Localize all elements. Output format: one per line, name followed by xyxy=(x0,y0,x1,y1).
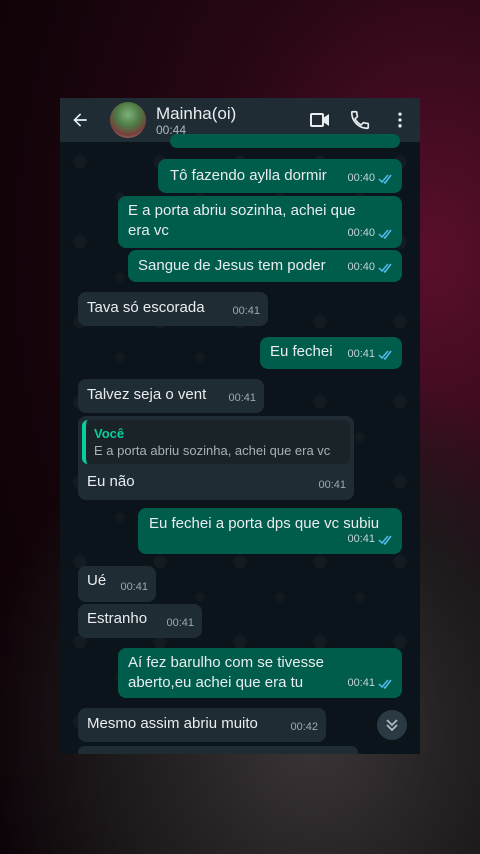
message-text: Eu fechei a porta dps que vc subiu xyxy=(149,515,380,532)
double-check-icon xyxy=(378,263,392,273)
message-bubble[interactable]: Mesmo assim abriu muito 00:42 xyxy=(78,708,326,742)
message-list[interactable]: Tô fazendo aylla dormir 00:40 E a porta … xyxy=(60,134,420,754)
message-text: E a porta abriu sozinha, achei que era v… xyxy=(128,202,356,239)
message-text: Talvez seja o vent xyxy=(87,386,207,403)
video-camera-icon xyxy=(310,113,329,127)
message-text: Mesmo assim abriu muito xyxy=(87,715,258,732)
message-text: Estranho xyxy=(87,610,148,627)
message-time: 00:40 xyxy=(347,261,375,273)
double-check-icon xyxy=(378,229,392,239)
message-time: 00:41 xyxy=(166,617,194,629)
message-time: 00:42 xyxy=(290,721,318,733)
quote-author: Você xyxy=(94,426,125,441)
message-bubble-partial xyxy=(170,134,400,148)
quoted-message[interactable]: Você E a porta abriu sozinha, achei que … xyxy=(82,420,350,464)
message-time: 00:41 xyxy=(347,533,375,545)
message-time: 00:41 xyxy=(347,348,375,360)
message-bubble[interactable]: Tô fazendo aylla dormir 00:40 xyxy=(158,159,402,193)
message-bubble[interactable]: Aí fez barulho com se tivesse aberto,eu … xyxy=(118,648,402,698)
double-check-icon xyxy=(378,535,392,545)
message-text: Sangue de Jesus tem poder xyxy=(138,257,326,274)
message-bubble[interactable]: Estranho 00:41 xyxy=(78,604,202,638)
message-time: 00:41 xyxy=(228,392,256,404)
message-bubble[interactable]: Eu fechei 00:41 xyxy=(260,337,402,369)
more-vertical-icon xyxy=(398,112,402,128)
message-text: Eu fechei xyxy=(270,343,333,360)
phone-icon xyxy=(350,110,370,130)
contact-avatar[interactable] xyxy=(110,102,146,138)
quote-text: E a porta abriu sozinha, achei que era v… xyxy=(94,443,331,458)
double-check-icon xyxy=(378,174,392,184)
back-button[interactable] xyxy=(60,98,100,142)
message-bubble[interactable]: E a porta abriu sozinha, achei que era v… xyxy=(118,196,402,248)
message-text: Tava só escorada xyxy=(87,299,205,316)
message-time: 00:41 xyxy=(120,581,148,593)
message-bubble[interactable]: Eu fechei a porta dps que vc subiu 00:41 xyxy=(138,508,402,554)
double-check-icon xyxy=(378,679,392,689)
message-bubble[interactable]: Ué 00:41 xyxy=(78,566,156,602)
scroll-to-bottom-button[interactable] xyxy=(377,710,407,740)
double-chevron-down-icon xyxy=(386,719,398,732)
quoted-reply-bubble[interactable]: Você E a porta abriu sozinha, achei que … xyxy=(78,416,354,500)
message-bubble[interactable]: Sangue de Jesus tem poder 00:40 xyxy=(128,250,402,282)
message-time: 00:41 xyxy=(232,305,260,317)
message-text: Ué xyxy=(87,572,107,589)
contact-name: Mainha(oi) xyxy=(156,103,237,123)
whatsapp-chat-screen: Mainha(oi) 00:44 Tô fazendo aylla dormir… xyxy=(60,98,420,754)
message-bubble[interactable]: Talvez seja o vent 00:41 xyxy=(78,379,264,413)
message-text: Aí fez barulho com se tivesse aberto,eu … xyxy=(128,654,324,691)
arrow-left-icon xyxy=(73,113,87,127)
double-check-icon xyxy=(378,350,392,360)
message-time: 00:40 xyxy=(347,227,375,239)
message-bubble-partial xyxy=(78,746,358,754)
message-time: 00:41 xyxy=(318,479,346,491)
message-text: Eu não xyxy=(87,473,135,490)
contact-info[interactable]: Mainha(oi) 00:44 xyxy=(156,104,300,137)
message-time: 00:40 xyxy=(347,172,375,184)
message-time: 00:41 xyxy=(347,677,375,689)
message-bubble[interactable]: Tava só escorada 00:41 xyxy=(78,292,268,326)
message-text: Tô fazendo aylla dormir xyxy=(170,167,327,184)
